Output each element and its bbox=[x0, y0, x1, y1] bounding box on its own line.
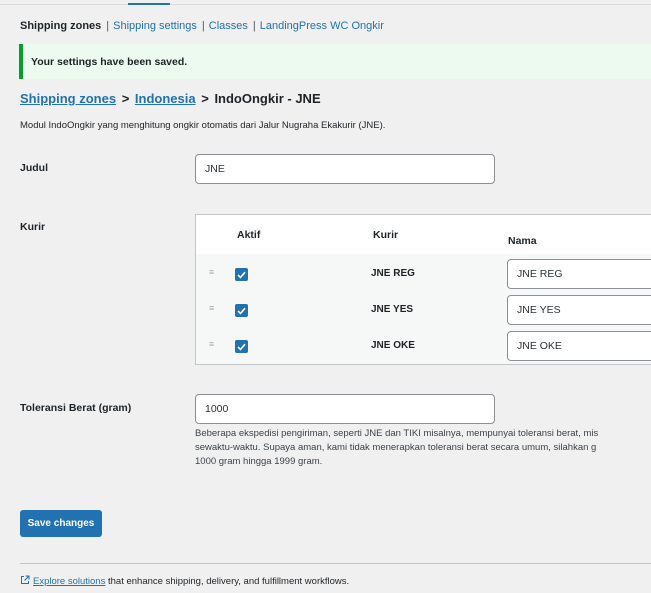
column-header-aktif: Aktif bbox=[237, 229, 261, 241]
breadcrumb-indonesia-link[interactable]: Indonesia bbox=[135, 91, 196, 106]
drag-handle-icon[interactable]: ≡ bbox=[209, 340, 214, 349]
help-line: 1000 gram hingga 1999 gram. bbox=[195, 456, 323, 467]
checkmark-icon bbox=[237, 343, 246, 351]
checkmark-icon bbox=[237, 271, 246, 279]
top-tabs-border bbox=[0, 4, 651, 5]
aktif-checkbox[interactable] bbox=[235, 340, 248, 353]
subnav-shipping-zones[interactable]: Shipping zones bbox=[20, 20, 101, 32]
kurir-table: Aktif Kurir Nama ≡ JNE REG ≡ JNE YES ≡ J… bbox=[195, 214, 651, 365]
column-header-kurir: Kurir bbox=[373, 229, 399, 241]
shipping-subnav: Shipping zones | Shipping settings | Classes… bbox=[20, 20, 384, 32]
drag-handle-icon[interactable]: ≡ bbox=[209, 304, 214, 313]
table-row: ≡ JNE YES bbox=[196, 292, 651, 328]
subnav-separator: | bbox=[106, 20, 110, 32]
explore-solutions-link[interactable]: Explore solutions bbox=[33, 576, 105, 587]
kurir-name: JNE YES bbox=[371, 304, 414, 315]
kurir-label: Kurir bbox=[20, 221, 46, 233]
breadcrumb: Shipping zones > Indonesia > IndoOngkir … bbox=[20, 91, 321, 106]
help-line: sewaktu-waktu. Supaya aman, kami tidak m… bbox=[195, 442, 597, 453]
subnav-separator: | bbox=[201, 20, 205, 32]
method-description: Modul IndoOngkir yang menghitung ongkir … bbox=[20, 120, 386, 131]
nama-input[interactable] bbox=[507, 259, 651, 289]
aktif-checkbox[interactable] bbox=[235, 268, 248, 281]
toleransi-help-text: Beberapa ekspedisi pengiriman, seperti J… bbox=[195, 427, 651, 469]
table-row: ≡ JNE OKE bbox=[196, 328, 651, 364]
column-header-nama: Nama bbox=[508, 235, 537, 247]
kurir-name: JNE OKE bbox=[371, 340, 415, 351]
footer-text: that enhance shipping, delivery, and ful… bbox=[105, 576, 350, 587]
subnav-shipping-settings[interactable]: Shipping settings bbox=[113, 20, 197, 32]
breadcrumb-separator: > bbox=[121, 91, 130, 106]
external-link-icon bbox=[20, 575, 30, 588]
judul-label: Judul bbox=[20, 162, 48, 174]
toleransi-input[interactable] bbox=[195, 394, 495, 424]
active-tab-indicator bbox=[128, 3, 170, 5]
kurir-name: JNE REG bbox=[371, 268, 415, 279]
save-changes-button[interactable]: Save changes bbox=[20, 510, 102, 537]
subnav-landingpress-wc-ongkir[interactable]: LandingPress WC Ongkir bbox=[260, 20, 384, 32]
toleransi-label: Toleransi Berat (gram) bbox=[20, 402, 132, 414]
judul-input[interactable] bbox=[195, 154, 495, 184]
subnav-classes[interactable]: Classes bbox=[209, 20, 248, 32]
breadcrumb-current: IndoOngkir - JNE bbox=[214, 91, 321, 106]
nama-input[interactable] bbox=[507, 295, 651, 325]
checkmark-icon bbox=[237, 307, 246, 315]
breadcrumb-separator: > bbox=[201, 91, 209, 106]
table-row: ≡ JNE REG bbox=[196, 256, 651, 292]
footer-note: Explore solutions that enhance shipping,… bbox=[20, 575, 349, 588]
subnav-separator: | bbox=[252, 20, 256, 32]
drag-handle-icon[interactable]: ≡ bbox=[209, 268, 214, 277]
nama-input[interactable] bbox=[507, 331, 651, 361]
help-line: Beberapa ekspedisi pengiriman, seperti J… bbox=[195, 428, 599, 439]
breadcrumb-shipping-zones-link[interactable]: Shipping zones bbox=[20, 91, 116, 106]
aktif-checkbox[interactable] bbox=[235, 304, 248, 317]
settings-saved-notice: Your settings have been saved. bbox=[19, 44, 651, 79]
footer-divider bbox=[20, 563, 651, 564]
notice-text: Your settings have been saved. bbox=[31, 56, 188, 68]
